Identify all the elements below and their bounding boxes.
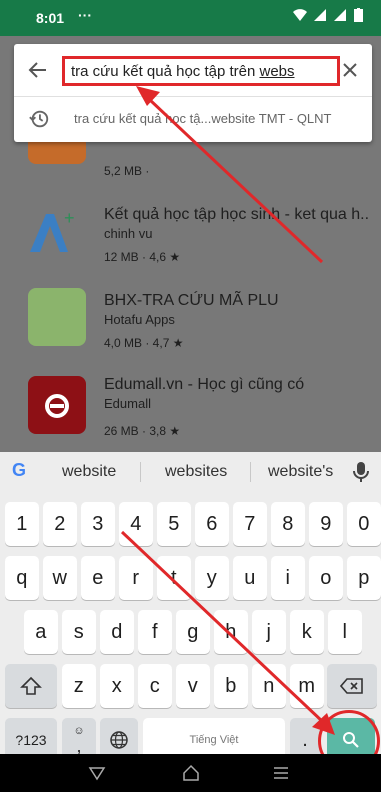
key-a[interactable]: a: [24, 610, 58, 654]
emoji-icon: ☺: [73, 724, 85, 737]
key-8[interactable]: 8: [271, 502, 305, 546]
key-5[interactable]: 5: [157, 502, 191, 546]
app-meta: 4,0 MB · 4,7 ★: [104, 336, 184, 350]
key-f[interactable]: f: [138, 610, 172, 654]
key-h[interactable]: h: [214, 610, 248, 654]
app-meta: 26 MB · 3,8 ★: [104, 424, 181, 438]
backspace-icon: [340, 678, 363, 694]
key-4[interactable]: 4: [119, 502, 153, 546]
keyboard-suggestion-bar: G website websites website's: [0, 452, 381, 490]
search-row: tra cứu kết quả học tập trên webs: [14, 44, 372, 96]
list-item[interactable]: BHX-TRA CỨU MÃ PLU Hotafu Apps 4,0 MB · …: [0, 286, 381, 378]
key-w[interactable]: w: [43, 556, 77, 600]
word-suggestion[interactable]: websites: [165, 463, 227, 481]
notification-dots: ···: [78, 7, 92, 23]
app-icon-a-plus: +: [30, 208, 75, 252]
key-j[interactable]: j: [252, 610, 286, 654]
key-e[interactable]: e: [81, 556, 115, 600]
key-p[interactable]: p: [347, 556, 381, 600]
status-icons: [292, 8, 363, 22]
navigation-bar: [0, 754, 381, 792]
divider: [250, 462, 251, 482]
key-b[interactable]: b: [214, 664, 248, 708]
key-x[interactable]: x: [100, 664, 134, 708]
search-query-text: tra cứu kết quả học tập trên: [71, 63, 260, 80]
search-query-underlined: webs: [259, 63, 295, 80]
app-developer: chinh vu: [104, 226, 153, 241]
app-title: BHX-TRA CỨU MÃ PLU: [104, 292, 279, 309]
microphone-icon[interactable]: [353, 461, 369, 483]
key-z[interactable]: z: [62, 664, 96, 708]
signal-icon: [314, 9, 326, 21]
key-n[interactable]: n: [252, 664, 286, 708]
battery-icon: [354, 8, 363, 22]
keyboard: G website websites website's 1234567890 q…: [0, 452, 381, 762]
key-l[interactable]: l: [328, 610, 362, 654]
key-0[interactable]: 0: [347, 502, 381, 546]
key-6[interactable]: 6: [195, 502, 229, 546]
close-icon[interactable]: [338, 58, 362, 82]
key-k[interactable]: k: [290, 610, 324, 654]
word-suggestion[interactable]: website: [62, 463, 116, 481]
google-logo[interactable]: G: [12, 460, 26, 481]
back-triangle-icon[interactable]: [88, 764, 106, 782]
backspace-key[interactable]: [327, 664, 377, 708]
divider: [140, 462, 141, 482]
clock: 8:01: [36, 10, 65, 26]
word-suggestion[interactable]: website's: [268, 463, 333, 481]
key-s[interactable]: s: [62, 610, 96, 654]
key-g[interactable]: g: [176, 610, 210, 654]
app-meta: 12 MB · 4,6 ★: [104, 250, 181, 264]
wifi-icon: [293, 9, 307, 21]
shift-icon: [20, 676, 42, 695]
key-v[interactable]: v: [176, 664, 210, 708]
search-card: tra cứu kết quả học tập trên webs tra cứ…: [14, 44, 372, 142]
signal-icon-2: [334, 9, 346, 21]
svg-text:+: +: [64, 208, 75, 228]
status-bar: 8:01 ···: [0, 0, 381, 36]
search-input[interactable]: tra cứu kết quả học tập trên webs: [62, 56, 340, 86]
app-icon: [28, 288, 86, 346]
app-developer: Edumall: [104, 396, 151, 411]
shift-key[interactable]: [5, 664, 57, 708]
key-9[interactable]: 9: [309, 502, 343, 546]
home-icon[interactable]: [182, 764, 200, 782]
edumall-logo-icon: [45, 394, 69, 418]
globe-icon: [110, 731, 128, 749]
list-item[interactable]: + Kết quả học tập học sinh - ket qua h..…: [0, 200, 381, 292]
key-t[interactable]: t: [157, 556, 191, 600]
key-m[interactable]: m: [290, 664, 324, 708]
app-icon: [28, 376, 86, 434]
app-title: Kết quả học tập học sinh - ket qua h..: [104, 206, 370, 223]
key-c[interactable]: c: [138, 664, 172, 708]
key-u[interactable]: u: [233, 556, 267, 600]
key-i[interactable]: i: [271, 556, 305, 600]
key-d[interactable]: d: [100, 610, 134, 654]
key-y[interactable]: y: [195, 556, 229, 600]
history-icon: [29, 110, 49, 128]
key-q[interactable]: q: [5, 556, 39, 600]
key-o[interactable]: o: [309, 556, 343, 600]
search-suggestion[interactable]: tra cứu kết quả học tậ...website TMT - Q…: [14, 97, 372, 142]
key-r[interactable]: r: [119, 556, 153, 600]
key-1[interactable]: 1: [5, 502, 39, 546]
key-3[interactable]: 3: [81, 502, 115, 546]
app-meta: 5,2 MB ·: [104, 164, 150, 178]
key-7[interactable]: 7: [233, 502, 267, 546]
app-developer: Hotafu Apps: [104, 312, 175, 327]
list-item[interactable]: Edumall.vn - Học gì cũng có Edumall 26 M…: [0, 372, 381, 452]
key-2[interactable]: 2: [43, 502, 77, 546]
recents-menu-icon[interactable]: [272, 764, 290, 782]
comma-label: ,: [76, 735, 82, 756]
back-arrow-icon[interactable]: [26, 58, 50, 82]
suggestion-text: tra cứu kết quả học tậ...website TMT - Q…: [74, 111, 332, 126]
app-title: Edumall.vn - Học gì cũng có: [104, 376, 305, 393]
